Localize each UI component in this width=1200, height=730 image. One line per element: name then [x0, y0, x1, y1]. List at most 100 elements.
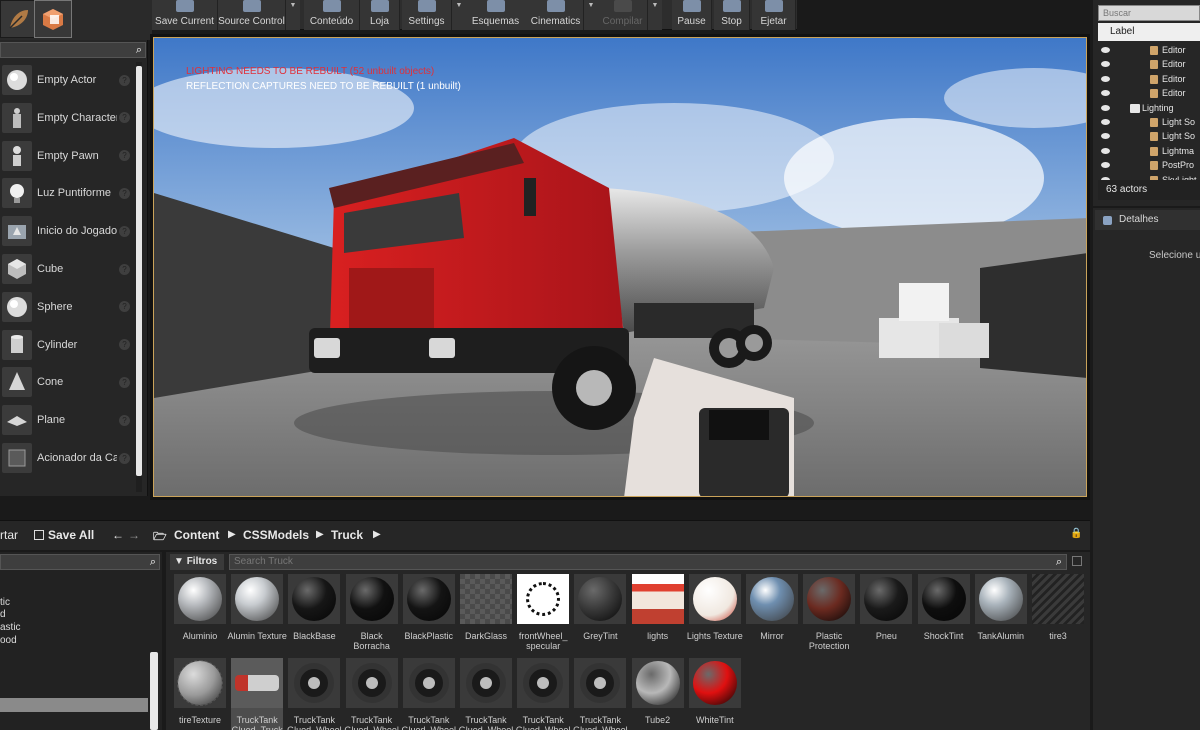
dropdown-arrow-icon[interactable]: ▼ [584, 0, 598, 30]
breadcrumb-cssmodels[interactable]: CSSModels [243, 528, 309, 542]
asset-tile[interactable]: TruckTank Glued_Wheel [516, 658, 570, 730]
dropdown-arrow-icon[interactable]: ▼ [648, 0, 662, 30]
outliner-row[interactable]: Editor [1098, 44, 1200, 58]
help-icon[interactable]: ? [119, 263, 130, 275]
asset-tile[interactable]: Black Borracha [345, 574, 398, 652]
toolbar-loja-button[interactable]: Loja [360, 0, 400, 30]
toolbar-conte-do-button[interactable]: Conteúdo [304, 0, 360, 30]
asset-tile[interactable]: DarkGlass [460, 574, 512, 652]
asset-tile[interactable]: tire3 [1032, 574, 1084, 652]
toolbar-settings-button[interactable]: Settings [402, 0, 452, 30]
asset-tile[interactable]: Lights Texture [687, 574, 743, 652]
sources-search-input[interactable]: ⌕ [0, 554, 160, 570]
asset-tile[interactable]: BlackPlastic [402, 574, 455, 652]
asset-tile[interactable]: Tube2 [631, 658, 684, 730]
place-item-cone[interactable]: Cone? [0, 364, 136, 400]
toolbar-ejetar-button[interactable]: Ejetar [752, 0, 796, 30]
asset-tile[interactable]: Plastic Protection [803, 574, 856, 652]
asset-tile[interactable]: Aluminio [174, 574, 226, 652]
visibility-eye-icon[interactable] [1101, 119, 1110, 125]
sources-scrollbar[interactable] [150, 652, 158, 730]
filters-button[interactable]: ▼ Filtros [170, 554, 224, 570]
asset-tile[interactable]: ShockTint [917, 574, 970, 652]
place-search-input[interactable]: ⌕ [0, 42, 146, 58]
view-options-icon[interactable] [1072, 556, 1082, 566]
visibility-eye-icon[interactable] [1101, 133, 1110, 140]
toolbar-pause-button[interactable]: Pause [672, 0, 712, 30]
outliner-row[interactable]: Editor [1098, 58, 1200, 72]
breadcrumb-truck[interactable]: Truck [331, 528, 363, 542]
place-item-empty-pawn[interactable]: Empty Pawn? [0, 138, 136, 174]
visibility-eye-icon[interactable] [1101, 104, 1110, 111]
visibility-eye-icon[interactable] [1101, 47, 1110, 53]
asset-tile[interactable]: Alumin Texture [228, 574, 287, 652]
toolbar-save-current-button[interactable]: Save Current [152, 0, 218, 30]
import-button[interactable]: rtar [0, 528, 18, 542]
place-item-sphere[interactable]: Sphere? [0, 289, 136, 325]
asset-tile[interactable]: Pneu [860, 574, 913, 652]
asset-tile[interactable]: TankAlumin [974, 574, 1027, 652]
source-folder[interactable]: tic [0, 597, 10, 608]
place-item-plane[interactable]: Plane? [0, 402, 136, 438]
visibility-eye-icon[interactable] [1101, 90, 1110, 97]
source-folder[interactable]: astic [0, 622, 21, 633]
visibility-eye-icon[interactable] [1101, 147, 1110, 154]
asset-tile[interactable]: lights [631, 574, 684, 652]
help-icon[interactable]: ? [119, 376, 130, 388]
visibility-eye-icon[interactable] [1101, 61, 1110, 68]
place-item-inicio-do-jogador[interactable]: Inicio do Jogador? [0, 213, 136, 249]
source-folder[interactable]: ood [0, 635, 17, 646]
asset-tile[interactable]: TruckTank Glued_Wheel [344, 658, 399, 730]
help-icon[interactable]: ? [119, 414, 130, 426]
toolbar-compilar-button[interactable]: Compilar [598, 0, 648, 30]
save-all-button[interactable]: Save All [34, 528, 94, 542]
asset-tile[interactable]: TruckTank Glued_Wheel [402, 658, 456, 730]
outliner-row[interactable]: Lighting [1098, 102, 1200, 116]
breadcrumb-content[interactable]: Content [174, 528, 219, 542]
help-icon[interactable]: ? [119, 301, 130, 313]
toolbar-cinematics-button[interactable]: Cinematics [528, 0, 584, 30]
place-scrollbar[interactable] [136, 62, 142, 492]
asset-tile[interactable]: GreyTint [574, 574, 627, 652]
back-arrow-icon[interactable]: ← [112, 528, 124, 542]
outliner-row[interactable]: Light So [1098, 130, 1200, 144]
toolbar-source-control-button[interactable]: Source Control [218, 0, 286, 30]
visibility-eye-icon[interactable] [1101, 162, 1110, 169]
source-selected-row[interactable] [0, 698, 148, 712]
help-icon[interactable]: ? [119, 339, 130, 351]
place-item-luz-puntiforme[interactable]: Luz Puntiforme? [0, 175, 136, 211]
asset-search-input[interactable]: Search Truck ⌕ [229, 554, 1067, 570]
scrollbar-thumb[interactable] [136, 66, 142, 476]
place-item-cylinder[interactable]: Cylinder? [0, 327, 136, 363]
place-item-acionador-da-cai[interactable]: Acionador da Cai? [0, 440, 136, 476]
help-icon[interactable]: ? [119, 112, 130, 124]
dropdown-arrow-icon[interactable]: ▼ [286, 0, 300, 30]
asset-tile[interactable]: tireTexture [174, 658, 226, 730]
source-folder[interactable]: d [0, 609, 6, 620]
help-icon[interactable]: ? [119, 150, 130, 162]
tab-details[interactable]: Detalhes [1095, 210, 1200, 230]
help-icon[interactable]: ? [119, 225, 130, 237]
asset-tile[interactable]: BlackBase [288, 574, 341, 652]
help-icon[interactable]: ? [119, 187, 130, 199]
toolbar-esquemas-button[interactable]: Esquemas [462, 0, 530, 30]
outliner-row[interactable]: Light So [1098, 116, 1200, 130]
forward-arrow-icon[interactable]: → [128, 528, 140, 542]
outliner-row[interactable]: PostPro [1098, 159, 1200, 173]
outliner-column-label[interactable]: Label [1098, 23, 1200, 41]
outliner-row[interactable]: Editor [1098, 87, 1200, 101]
geometry-mode-button[interactable] [34, 0, 72, 38]
asset-tile[interactable]: WhiteTint [688, 658, 741, 730]
asset-tile[interactable]: TruckTank Glued_Truck [231, 658, 284, 730]
place-item-cube[interactable]: Cube? [0, 251, 136, 287]
asset-tile[interactable]: TruckTank Glued_Wheel [573, 658, 628, 730]
asset-tile[interactable]: Mirror [746, 574, 798, 652]
foliage-mode-button[interactable] [0, 0, 38, 38]
outliner-search-input[interactable]: Buscar [1098, 5, 1200, 21]
outliner-row[interactable]: Editor [1098, 73, 1200, 87]
help-icon[interactable]: ? [119, 74, 130, 86]
asset-tile[interactable]: TruckTank Glued_Wheel [287, 658, 342, 730]
outliner-row[interactable]: Lightma [1098, 145, 1200, 159]
toolbar-stop-button[interactable]: Stop [714, 0, 750, 30]
visibility-eye-icon[interactable] [1101, 75, 1110, 82]
